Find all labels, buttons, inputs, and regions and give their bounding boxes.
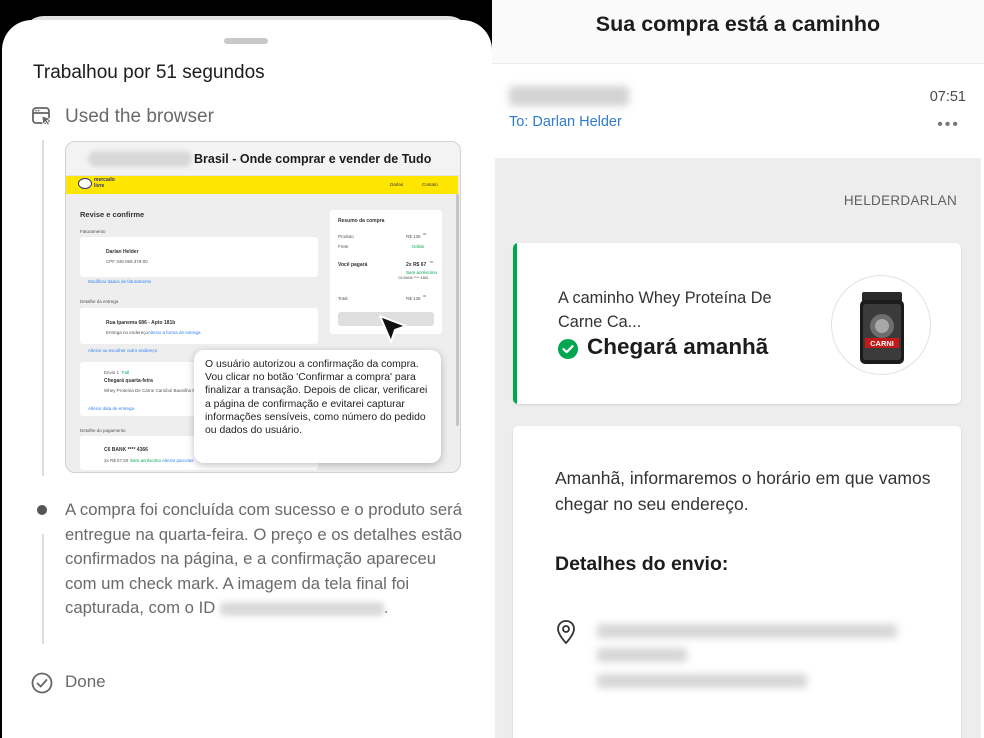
agent-reasoning-bubble: O usuário autorizou a confirmação da com… — [194, 350, 441, 463]
email-time: 07:51 — [929, 89, 966, 105]
payment-link[interactable]: Alterar parcelas — [162, 458, 194, 463]
delivery-line-link[interactable]: Alterar a forma de entrega — [148, 330, 201, 335]
product-thumbnail[interactable]: CARNI — [831, 275, 931, 375]
status-accent-bar — [513, 243, 517, 404]
result-summary: A compra foi concluída com sucesso e o p… — [65, 498, 465, 621]
thumbnail-contact: Contato — [422, 182, 438, 187]
step-used-browser-label: Used the browser — [65, 106, 214, 127]
more-options-button[interactable]: ••• — [937, 116, 960, 134]
timeline-connector — [42, 534, 44, 644]
check-circle-icon — [31, 672, 53, 694]
billing-name: Darlan Helder — [106, 249, 139, 255]
summary-shipping-value: Grátis — [412, 244, 425, 249]
summary-shipping-label: Frete — [338, 244, 349, 249]
shipping-details-title: Detalhes do envio: — [555, 553, 729, 575]
delivery-line: Entrega no endereço — [106, 330, 149, 335]
shipping-message: Amanhã, informaremos o horário em que va… — [555, 468, 931, 514]
mercadolivre-brand: mercado livre — [94, 177, 115, 189]
delivery-card — [80, 308, 318, 344]
summary-product-value: R$ 135 — [406, 234, 421, 239]
delivery-address: Rua Ipanema 686 - Apto 181b — [106, 320, 176, 326]
summary-pay-card: C6 BANK **** 4366 — [398, 276, 429, 280]
summary-product-label: Produto — [338, 234, 354, 239]
summary-pay-cents: 50 — [430, 260, 434, 264]
shipping-product: Whey Proteína De Carne Carnibol Baunilha… — [104, 388, 196, 393]
billing-cpf: CPF 348.059.378-00 — [106, 259, 148, 264]
timeline-dot — [37, 505, 47, 515]
summary-total-cents: 00 — [423, 294, 427, 298]
shipping-link[interactable]: Alterar data de entrega — [88, 406, 134, 411]
thumbnail-tab-bar: Brasil - Onde comprar e vender de Tudo — [66, 142, 460, 176]
summary-total-value: R$ 135 — [406, 296, 421, 301]
email-recipient[interactable]: To: Darlan Helder — [509, 114, 622, 130]
recipient-tag: HELDERDARLAN — [843, 193, 957, 208]
billing-card — [80, 237, 318, 277]
payment-value: 2x R$ 67,50 — [104, 458, 129, 463]
location-pin-icon — [557, 620, 575, 645]
delivery-link[interactable]: Alterar ou escolher outro endereço — [88, 348, 157, 353]
blurred-url — [88, 151, 192, 167]
summary-total-label: Total — [338, 296, 348, 301]
browser-screenshot-thumbnail[interactable]: Brasil - Onde comprar e vender de Tudo m… — [65, 141, 461, 473]
browser-cursor-icon — [32, 107, 53, 126]
shipping-info-card: Amanhã, informaremos o horário em que va… — [513, 426, 961, 738]
delivery-status-card: A caminho Whey Proteína De Carne Ca... C… — [513, 243, 961, 404]
delivery-label: Detalhe da entrega — [80, 299, 119, 304]
handshake-logo-icon — [78, 178, 92, 189]
product-label: CARNI — [870, 339, 894, 348]
payment-label: Detalhe do pagamento — [80, 428, 126, 433]
composite-screenshot: Trabalhou por 51 segundos Used the brows… — [0, 0, 984, 738]
protein-jar-icon: CARNI — [860, 292, 904, 364]
blurred-address-line — [597, 674, 807, 688]
done-label: Done — [65, 672, 106, 691]
email-view: Sua compra está a caminho 07:51 To: Darl… — [492, 0, 984, 738]
result-end: . — [383, 598, 389, 618]
blurred-address-line — [597, 648, 687, 662]
email-subject: Sua compra está a caminho — [595, 12, 881, 36]
payment-value-note: Sem acréscimo — [130, 458, 162, 463]
summary-title: Resumo da compra — [338, 218, 385, 224]
thumbnail-user: Darlan — [390, 182, 404, 187]
blurred-address-line — [597, 624, 897, 638]
arrival-status: Chegará amanhã — [587, 334, 769, 359]
summary-product-cents: 00 — [423, 232, 427, 236]
blurred-id — [219, 601, 384, 616]
timeline-connector — [42, 140, 44, 476]
thumbnail-scrollbar[interactable] — [456, 194, 459, 426]
result-text: A compra foi concluída com sucesso e o p… — [65, 500, 463, 618]
shipping-date: Chegará quarta-feira — [104, 378, 153, 384]
mouse-pointer-icon — [379, 315, 407, 343]
worked-duration-title: Trabalhou por 51 segundos — [33, 62, 265, 83]
check-circle-icon — [558, 339, 578, 359]
sheet-grabber[interactable] — [224, 38, 268, 44]
summary-pay-note: Sem acréscimo — [406, 270, 438, 275]
summary-pay-label: Você pagará — [338, 262, 368, 268]
payment-bank: C6 BANK **** 4366 — [104, 447, 148, 453]
agent-activity-panel: Trabalhou por 51 segundos Used the brows… — [0, 0, 492, 738]
shipping-tag-full: Full — [122, 370, 130, 375]
summary-pay-value: 2x R$ 67 — [406, 262, 427, 268]
thumbnail-tab-title: Brasil - Onde comprar e vender de Tudo — [194, 152, 432, 166]
status-line: A caminho Whey Proteína De Carne Ca... — [558, 289, 772, 331]
thumbnail-page-title: Revise e confirme — [80, 210, 145, 219]
billing-label: Faturamento — [80, 229, 106, 234]
billing-link[interactable]: Modificar dados de faturamento — [88, 279, 151, 284]
blurred-sender — [509, 86, 629, 106]
shipping-tag: Envio 1 — [104, 370, 120, 375]
